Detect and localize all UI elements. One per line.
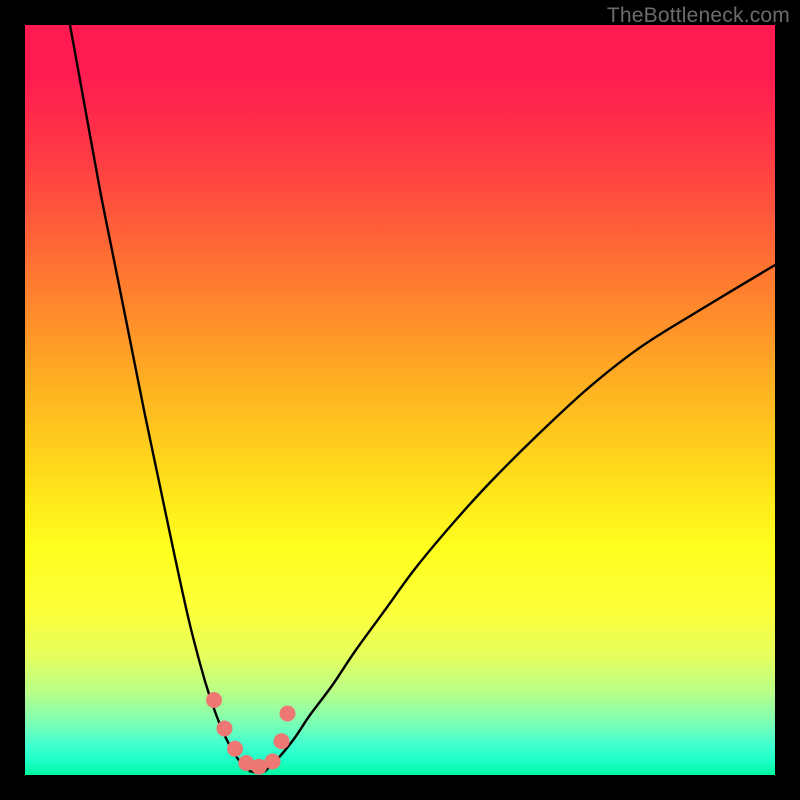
curve-right-branch	[265, 265, 775, 771]
marker-dot	[274, 733, 290, 749]
plot-area	[25, 25, 775, 775]
marker-dot	[206, 692, 222, 708]
marker-dot	[265, 754, 281, 770]
marker-dot	[227, 741, 243, 757]
curve-lines	[70, 25, 775, 773]
marker-dot	[280, 706, 296, 722]
outer-frame: TheBottleneck.com	[0, 0, 800, 800]
marker-dot	[217, 721, 233, 737]
marker-group	[206, 692, 296, 775]
curve-left-branch	[70, 25, 250, 771]
watermark-text: TheBottleneck.com	[607, 4, 790, 28]
chart-svg	[25, 25, 775, 775]
